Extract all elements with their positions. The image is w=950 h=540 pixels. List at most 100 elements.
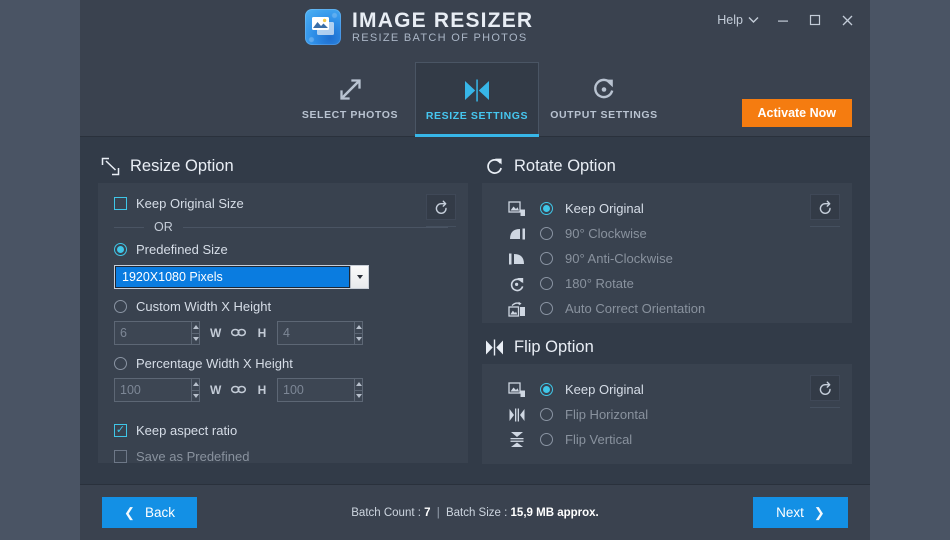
auto-correct-orientation-row[interactable]: Auto Correct Orientation bbox=[498, 296, 836, 321]
width-label: W bbox=[210, 383, 222, 397]
reset-divider bbox=[810, 407, 840, 408]
tab-select-photos[interactable]: SELECT PHOTOS bbox=[288, 62, 412, 136]
rotate-90-ccw-icon bbox=[506, 250, 528, 268]
tab-output-settings[interactable]: OUTPUT SETTINGS bbox=[542, 62, 666, 136]
flip-horizontal-row[interactable]: Flip Horizontal bbox=[498, 402, 836, 427]
keep-aspect-ratio-label: Keep aspect ratio bbox=[136, 423, 238, 438]
predefined-size-dropdown[interactable]: 1920X1080 Pixels bbox=[114, 265, 369, 289]
custom-width-spin-buttons[interactable] bbox=[191, 322, 199, 344]
resize-option-title: Resize Option bbox=[130, 156, 234, 175]
back-button[interactable]: ❮ Back bbox=[102, 497, 197, 528]
spin-down-button[interactable] bbox=[355, 391, 362, 402]
next-button[interactable]: Next ❯ bbox=[753, 497, 848, 528]
rotate-keep-original-radio[interactable] bbox=[540, 202, 553, 215]
spin-down-button[interactable] bbox=[192, 334, 199, 345]
spin-up-button[interactable] bbox=[355, 379, 362, 391]
spin-up-button[interactable] bbox=[192, 379, 199, 391]
resize-option-panel: Keep Original Size OR Predefined Size 19… bbox=[98, 183, 468, 464]
flip-option-label: Keep Original bbox=[565, 382, 644, 397]
chevron-down-icon[interactable] bbox=[350, 266, 368, 288]
resize-option-header: Resize Option bbox=[98, 149, 468, 183]
flip-keep-original-row[interactable]: Keep Original bbox=[498, 377, 836, 402]
activate-now-button[interactable]: Activate Now bbox=[741, 99, 852, 127]
rotate-option-label: Keep Original bbox=[565, 201, 644, 216]
rotate-reset-button[interactable] bbox=[810, 194, 840, 220]
rotate-90-cw-row[interactable]: 90° Clockwise bbox=[498, 221, 836, 246]
custom-height-stepper[interactable] bbox=[277, 321, 363, 345]
percentage-wh-inputs: W H bbox=[114, 378, 452, 402]
auto-correct-orientation-radio[interactable] bbox=[540, 302, 553, 315]
reset-icon bbox=[819, 200, 831, 214]
percentage-width-input[interactable] bbox=[115, 379, 192, 401]
height-label: H bbox=[257, 326, 267, 340]
rotate-180-row[interactable]: 180° Rotate bbox=[498, 271, 836, 296]
flip-horizontal-radio[interactable] bbox=[540, 408, 553, 421]
window-titlebar: IMAGE RESIZER RESIZE BATCH OF PHOTOS Hel… bbox=[80, 0, 870, 62]
reset-icon bbox=[435, 200, 447, 214]
brand-block: IMAGE RESIZER RESIZE BATCH OF PHOTOS bbox=[305, 9, 533, 45]
custom-height-spin-buttons[interactable] bbox=[354, 322, 362, 344]
chevron-down-icon bbox=[748, 17, 759, 23]
percentage-width-stepper[interactable] bbox=[114, 378, 200, 402]
minimize-button[interactable] bbox=[768, 7, 798, 33]
link-chain-icon bbox=[230, 326, 247, 340]
predefined-size-label: Predefined Size bbox=[136, 242, 228, 257]
resize-reset-button[interactable] bbox=[426, 194, 456, 220]
percentage-height-stepper[interactable] bbox=[277, 378, 363, 402]
rotate-90-ccw-row[interactable]: 90° Anti-Clockwise bbox=[498, 246, 836, 271]
settings-body: Resize Option Keep Original Size OR Pred… bbox=[80, 137, 870, 484]
percentage-wh-row[interactable]: Percentage Width X Height bbox=[114, 356, 452, 371]
percentage-width-spin-buttons[interactable] bbox=[191, 379, 199, 401]
image-resizer-logo-icon bbox=[305, 9, 341, 45]
close-button[interactable] bbox=[832, 7, 862, 33]
custom-width-stepper[interactable] bbox=[114, 321, 200, 345]
flip-vertical-icon bbox=[506, 431, 528, 449]
help-menu-button[interactable]: Help bbox=[710, 8, 766, 32]
save-as-predefined-row[interactable]: Save as Predefined bbox=[114, 449, 452, 464]
rotate-180-radio[interactable] bbox=[540, 277, 553, 290]
batch-count-label: Batch Count : bbox=[351, 506, 421, 519]
rotate-keep-original-row[interactable]: Keep Original bbox=[498, 196, 836, 221]
save-as-predefined-checkbox[interactable] bbox=[114, 450, 127, 463]
spin-up-button[interactable] bbox=[192, 322, 199, 334]
keep-original-size-label: Keep Original Size bbox=[136, 196, 244, 211]
tab-resize-settings[interactable]: RESIZE SETTINGS bbox=[415, 62, 539, 137]
keep-aspect-ratio-checkbox[interactable] bbox=[114, 424, 127, 437]
custom-width-input[interactable] bbox=[115, 322, 192, 344]
flip-vertical-radio[interactable] bbox=[540, 433, 553, 446]
custom-height-input[interactable] bbox=[278, 322, 355, 344]
rotate-option-title: Rotate Option bbox=[514, 156, 616, 175]
keep-original-size-checkbox[interactable] bbox=[114, 197, 127, 210]
rotate-90-ccw-radio[interactable] bbox=[540, 252, 553, 265]
rotate-option-panel: Keep Original 90° Clockwise 90° Anti-Clo… bbox=[482, 183, 852, 323]
app-subtitle: RESIZE BATCH OF PHOTOS bbox=[352, 32, 528, 44]
custom-wh-row[interactable]: Custom Width X Height bbox=[114, 299, 452, 314]
percentage-height-spin-buttons[interactable] bbox=[354, 379, 362, 401]
brand-text: IMAGE RESIZER RESIZE BATCH OF PHOTOS bbox=[352, 10, 533, 44]
flip-keep-original-radio[interactable] bbox=[540, 383, 553, 396]
percentage-height-input[interactable] bbox=[278, 379, 355, 401]
maximize-button[interactable] bbox=[800, 7, 830, 33]
rotate-180-icon bbox=[506, 275, 528, 293]
tab-label: SELECT PHOTOS bbox=[301, 109, 399, 121]
rotate-90-cw-radio[interactable] bbox=[540, 227, 553, 240]
predefined-size-row[interactable]: Predefined Size bbox=[114, 242, 452, 257]
window-controls: Help bbox=[710, 7, 862, 33]
custom-wh-radio[interactable] bbox=[114, 300, 127, 313]
predefined-size-radio[interactable] bbox=[114, 243, 127, 256]
flip-option-panel: Keep Original Flip Horizontal Flip Verti… bbox=[482, 364, 852, 464]
percentage-wh-radio[interactable] bbox=[114, 357, 127, 370]
spin-up-button[interactable] bbox=[355, 322, 362, 334]
keep-original-size-row[interactable]: Keep Original Size bbox=[114, 196, 452, 211]
flip-icon bbox=[484, 337, 504, 357]
batch-count-value: 7 bbox=[424, 506, 431, 519]
maximize-icon bbox=[809, 14, 821, 26]
image-resizer-window: IMAGE RESIZER RESIZE BATCH OF PHOTOS Hel… bbox=[80, 0, 870, 540]
flip-reset-button[interactable] bbox=[810, 375, 840, 401]
minimize-icon bbox=[778, 20, 788, 22]
spin-down-button[interactable] bbox=[355, 334, 362, 345]
flip-vertical-row[interactable]: Flip Vertical bbox=[498, 427, 836, 452]
reset-icon bbox=[819, 381, 831, 395]
keep-aspect-ratio-row[interactable]: Keep aspect ratio bbox=[114, 423, 452, 438]
spin-down-button[interactable] bbox=[192, 391, 199, 402]
